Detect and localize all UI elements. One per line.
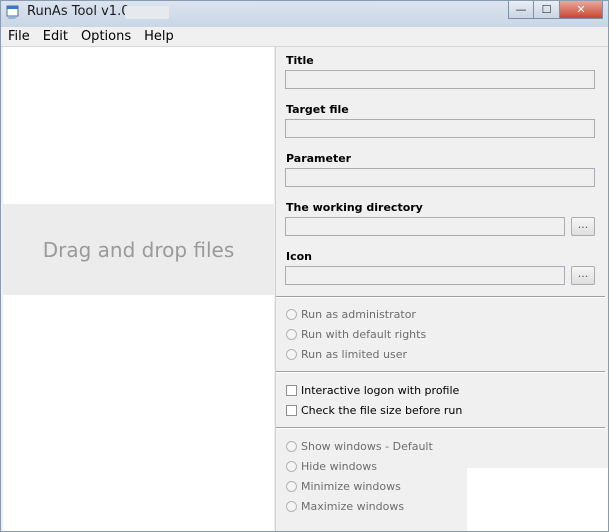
checkbox-label: Interactive logon with profile <box>301 383 460 397</box>
title-bar: RunAs Tool v1.0 · — ☐ ✕ <box>1 1 608 27</box>
radio-label: Show windows - Default <box>301 439 433 453</box>
menu-edit[interactable]: Edit <box>36 27 74 46</box>
radio-icon <box>286 440 297 452</box>
separator-checks <box>276 371 605 373</box>
radio-label: Hide windows <box>301 459 378 473</box>
checkbox-icon <box>286 404 297 416</box>
icon-label: Icon <box>286 250 313 263</box>
close-button[interactable]: ✕ <box>560 1 603 19</box>
drop-zone-label: Drag and drop files <box>42 237 235 262</box>
caption-buttons: — ☐ ✕ <box>508 1 603 19</box>
radio-hide-windows[interactable]: Hide windows <box>286 458 377 474</box>
radio-icon <box>286 308 297 320</box>
title-label: Title <box>286 54 314 67</box>
working-directory-label: The working directory <box>286 201 423 214</box>
working-directory-browse-button[interactable]: ... <box>571 217 595 236</box>
radio-run-as-administrator[interactable]: Run as administrator <box>286 306 416 322</box>
menu-help[interactable]: Help <box>137 27 180 46</box>
settings-pane: Title Target file Parameter The working … <box>275 47 608 531</box>
checkbox-interactive-logon[interactable]: Interactive logon with profile <box>286 382 459 398</box>
checkbox-icon <box>286 384 297 396</box>
window-title: RunAs Tool v1.0 · <box>27 4 138 19</box>
checkbox-check-file-size[interactable]: Check the file size before run <box>286 402 462 418</box>
menu-bar: File Edit Options Help <box>1 27 608 47</box>
target-file-label: Target file <box>286 103 349 116</box>
separator-run-mode <box>276 296 605 298</box>
icon-input[interactable] <box>285 266 565 285</box>
parameter-label: Parameter <box>286 152 352 165</box>
maximize-button[interactable]: ☐ <box>534 1 560 19</box>
minimize-button[interactable]: — <box>508 1 534 19</box>
app-icon <box>6 5 19 19</box>
radio-label: Minimize windows <box>301 479 401 493</box>
radio-minimize-windows[interactable]: Minimize windows <box>286 478 401 494</box>
minimize-icon: — <box>515 3 527 16</box>
radio-label: Run with default rights <box>301 327 427 341</box>
separator-window-mode <box>276 427 605 429</box>
parameter-input[interactable] <box>285 168 595 187</box>
menu-options[interactable]: Options <box>74 27 137 46</box>
radio-run-limited-user[interactable]: Run as limited user <box>286 346 407 362</box>
radio-maximize-windows[interactable]: Maximize windows <box>286 498 404 514</box>
title-redacted-area <box>125 6 169 19</box>
title-input[interactable] <box>285 70 595 89</box>
blank-corner-area <box>467 468 608 531</box>
close-icon: ✕ <box>576 3 586 16</box>
target-file-input[interactable] <box>285 119 595 138</box>
app-window: RunAs Tool v1.0 · — ☐ ✕ File Edit Option… <box>0 0 609 532</box>
radio-show-windows-default[interactable]: Show windows - Default <box>286 438 433 454</box>
radio-label: Maximize windows <box>301 499 405 513</box>
maximize-icon: ☐ <box>541 3 552 16</box>
radio-icon <box>286 480 297 492</box>
radio-label: Run as administrator <box>301 307 416 321</box>
checkbox-label: Check the file size before run <box>301 403 463 417</box>
radio-icon <box>286 460 297 472</box>
radio-icon <box>286 500 297 512</box>
radio-run-default-rights[interactable]: Run with default rights <box>286 326 426 342</box>
radio-label: Run as limited user <box>301 347 407 361</box>
radio-icon <box>286 348 297 360</box>
icon-browse-button[interactable]: ... <box>571 266 595 285</box>
radio-icon <box>286 328 297 340</box>
drop-zone[interactable]: Drag and drop files <box>3 204 274 295</box>
menu-file[interactable]: File <box>1 27 36 46</box>
working-directory-input[interactable] <box>285 217 565 236</box>
